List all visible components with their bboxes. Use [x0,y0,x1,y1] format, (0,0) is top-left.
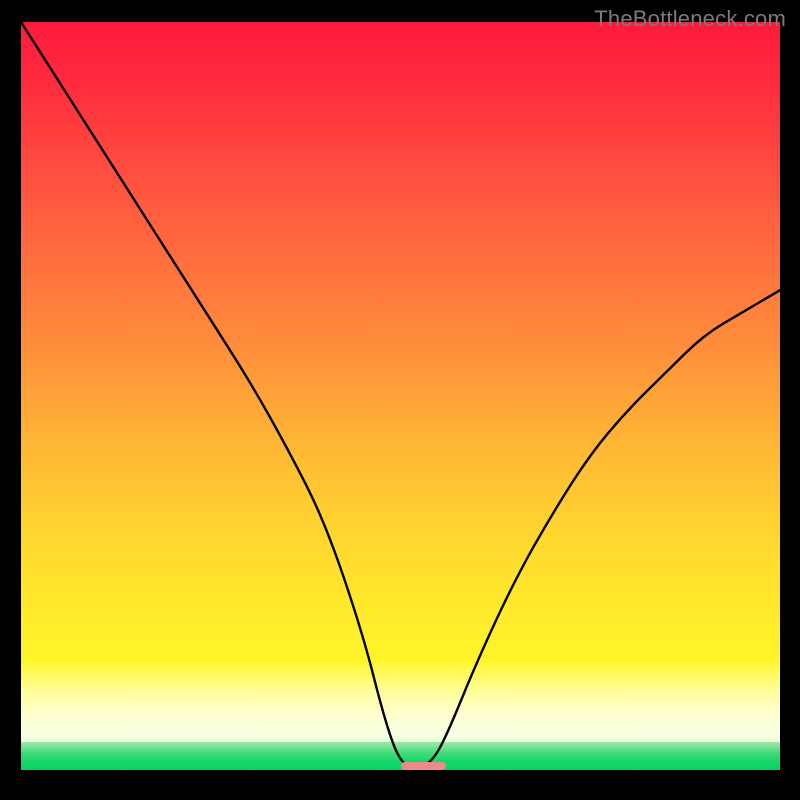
plot-area [21,22,780,770]
watermark-text: TheBottleneck.com [594,6,786,32]
optimal-marker [401,762,447,770]
bottleneck-curve [21,22,780,770]
chart-frame: TheBottleneck.com [0,0,800,800]
